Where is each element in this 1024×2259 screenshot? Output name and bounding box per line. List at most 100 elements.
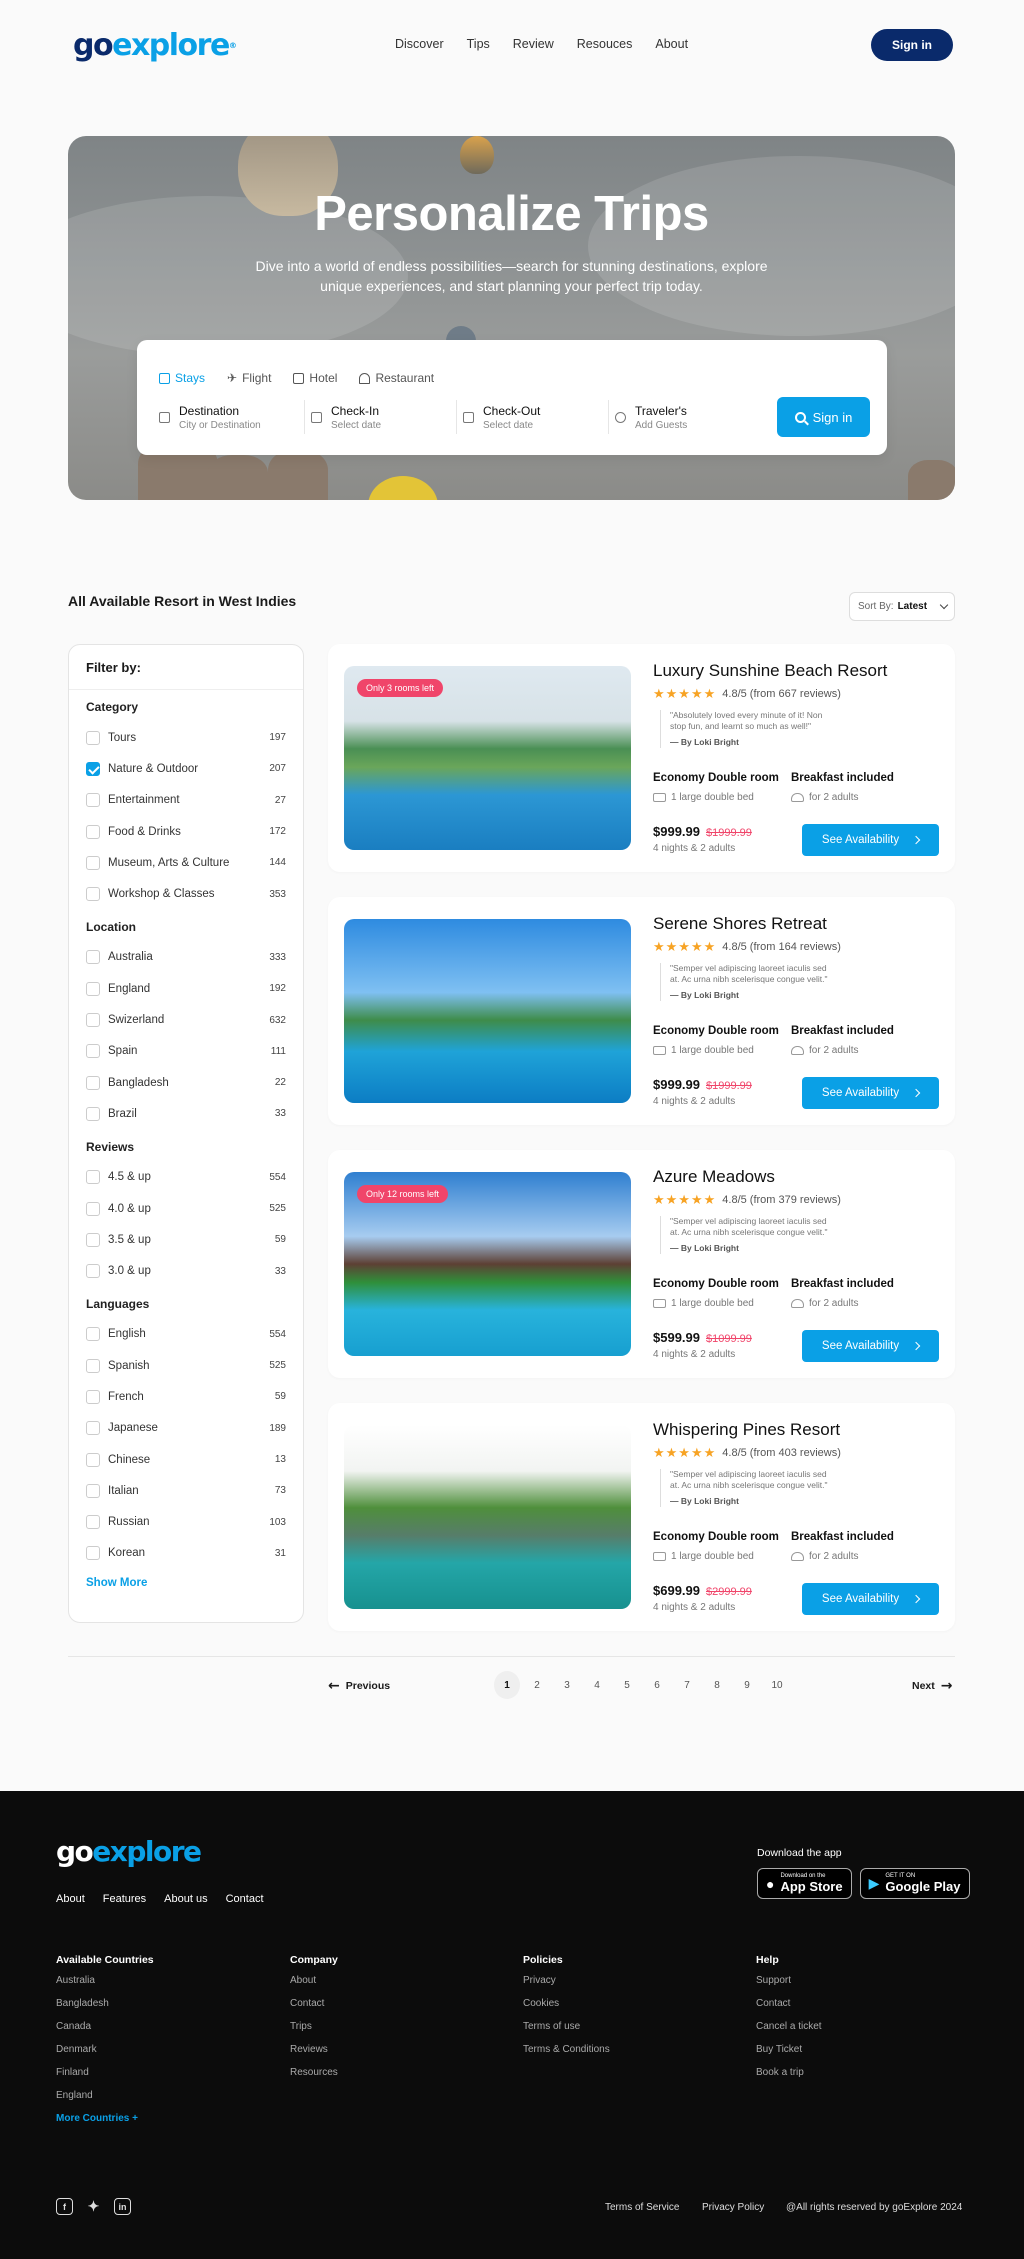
nav-tips[interactable]: Tips bbox=[467, 37, 490, 51]
filter-option[interactable]: Korean 31 bbox=[86, 1538, 286, 1569]
filter-option[interactable]: Brazil 33 bbox=[86, 1098, 286, 1129]
filter-option[interactable]: 4.0 & up 525 bbox=[86, 1193, 286, 1224]
facebook-icon[interactable]: f bbox=[56, 2198, 73, 2215]
checkbox[interactable] bbox=[86, 1170, 100, 1185]
app-store-button[interactable]: ● Download on the App Store bbox=[757, 1868, 852, 1899]
checkbox[interactable] bbox=[86, 1075, 100, 1090]
resort-card[interactable]: Serene Shores Retreat ★★★★★ 4.8/5 (from 16… bbox=[328, 897, 955, 1125]
footer-link-contact[interactable]: Contact bbox=[226, 1893, 264, 1905]
filter-option[interactable]: Nature & Outdoor 207 bbox=[86, 753, 286, 784]
checkbox[interactable] bbox=[86, 730, 100, 745]
checkbox[interactable] bbox=[86, 1483, 100, 1498]
footer-column-link[interactable]: Privacy bbox=[523, 1975, 610, 1998]
checkbox[interactable] bbox=[86, 793, 100, 808]
checkbox[interactable] bbox=[86, 1044, 100, 1059]
search-button[interactable]: Sign in bbox=[777, 397, 870, 437]
checkout-field[interactable]: Check-Out Select date bbox=[457, 400, 609, 434]
filter-option[interactable]: Tours 197 bbox=[86, 722, 286, 753]
filter-option[interactable]: Food & Drinks 172 bbox=[86, 816, 286, 847]
nav-resources[interactable]: Resouces bbox=[577, 37, 633, 51]
see-availability-button[interactable]: See Availability bbox=[802, 1077, 939, 1109]
checkbox[interactable] bbox=[86, 1264, 100, 1279]
footer-column-link[interactable]: Bangladesh bbox=[56, 1998, 154, 2021]
footer-column-link[interactable]: Book a trip bbox=[756, 2067, 822, 2090]
resort-name[interactable]: Azure Meadows bbox=[653, 1167, 775, 1187]
twitter-icon[interactable]: ✦ bbox=[85, 2198, 102, 2215]
page-5[interactable]: 5 bbox=[612, 1671, 642, 1699]
checkbox[interactable] bbox=[86, 981, 100, 996]
see-availability-button[interactable]: See Availability bbox=[802, 824, 939, 856]
page-1[interactable]: 1 bbox=[494, 1671, 520, 1699]
nav-review[interactable]: Review bbox=[513, 37, 554, 51]
filter-option[interactable]: Swizerland 632 bbox=[86, 1004, 286, 1035]
checkbox[interactable] bbox=[86, 855, 100, 870]
footer-link-about-us[interactable]: About us bbox=[164, 1893, 207, 1905]
footer-column-link[interactable]: Trips bbox=[290, 2021, 338, 2044]
footer-link-features[interactable]: Features bbox=[103, 1893, 146, 1905]
footer-column-link[interactable]: Australia bbox=[56, 1975, 154, 1998]
filter-option[interactable]: Japanese 189 bbox=[86, 1413, 286, 1444]
filter-option[interactable]: Australia 333 bbox=[86, 942, 286, 973]
tab-stays[interactable]: Stays bbox=[153, 368, 211, 388]
footer-column-link[interactable]: Canada bbox=[56, 2021, 154, 2044]
linkedin-icon[interactable]: in bbox=[114, 2198, 131, 2215]
page-8[interactable]: 8 bbox=[702, 1671, 732, 1699]
resort-photo[interactable] bbox=[344, 1425, 631, 1609]
footer-column-link[interactable]: Terms & Conditions bbox=[523, 2044, 610, 2067]
filter-option[interactable]: 4.5 & up 554 bbox=[86, 1162, 286, 1193]
page-10[interactable]: 10 bbox=[762, 1671, 792, 1699]
filter-option[interactable]: Museum, Arts & Culture 144 bbox=[86, 847, 286, 878]
footer-link-about[interactable]: About bbox=[56, 1893, 85, 1905]
footer-column-link[interactable]: Resources bbox=[290, 2067, 338, 2090]
filter-option[interactable]: French 59 bbox=[86, 1381, 286, 1412]
resort-card[interactable]: Only 12 rooms left Azure Meadows ★★★★★ 4.8/… bbox=[328, 1150, 955, 1378]
page-2[interactable]: 2 bbox=[522, 1671, 552, 1699]
checkbox[interactable] bbox=[86, 1452, 100, 1467]
footer-column-link[interactable]: Terms of use bbox=[523, 2021, 610, 2044]
signin-button[interactable]: Sign in bbox=[871, 29, 953, 61]
footer-column-link[interactable]: Contact bbox=[290, 1998, 338, 2021]
google-play-button[interactable]: ▶ GET IT ON Google Play bbox=[859, 1868, 970, 1899]
resort-photo[interactable]: Only 12 rooms left bbox=[344, 1172, 631, 1356]
filter-option[interactable]: England 192 bbox=[86, 973, 286, 1004]
footer-column-link[interactable]: Cancel a ticket bbox=[756, 2021, 822, 2044]
filter-option[interactable]: Italian 73 bbox=[86, 1475, 286, 1506]
filter-option[interactable]: Entertainment 27 bbox=[86, 785, 286, 816]
filter-option[interactable]: Bangladesh 22 bbox=[86, 1067, 286, 1098]
more-countries-link[interactable]: More Countries + bbox=[56, 2113, 154, 2136]
footer-column-link[interactable]: Denmark bbox=[56, 2044, 154, 2067]
resort-card[interactable]: Only 3 rooms left Luxury Sunshine Beach R… bbox=[328, 644, 955, 872]
show-more-link[interactable]: Show More bbox=[69, 1577, 303, 1589]
tab-flight[interactable]: ✈ Flight bbox=[221, 368, 277, 388]
footer-column-link[interactable]: Cookies bbox=[523, 1998, 610, 2021]
filter-option[interactable]: Spanish 525 bbox=[86, 1350, 286, 1381]
checkbox[interactable] bbox=[86, 1013, 100, 1028]
tab-restaurant[interactable]: Restaurant bbox=[353, 368, 440, 388]
resort-name[interactable]: Luxury Sunshine Beach Resort bbox=[653, 661, 887, 681]
previous-button[interactable]: ← Previous bbox=[328, 1678, 390, 1694]
checkin-field[interactable]: Check-In Select date bbox=[305, 400, 457, 434]
checkbox[interactable] bbox=[86, 1106, 100, 1121]
sort-dropdown[interactable]: Sort By: Latest bbox=[849, 592, 955, 621]
privacy-link[interactable]: Privacy Policy bbox=[702, 2202, 764, 2213]
checkbox[interactable] bbox=[86, 887, 100, 902]
filter-option[interactable]: 3.5 & up 59 bbox=[86, 1224, 286, 1255]
destination-field[interactable]: Destination City or Destination bbox=[153, 400, 305, 434]
resort-card[interactable]: Whispering Pines Resort ★★★★★ 4.8/5 (from … bbox=[328, 1403, 955, 1631]
resort-name[interactable]: Serene Shores Retreat bbox=[653, 914, 827, 934]
see-availability-button[interactable]: See Availability bbox=[802, 1330, 939, 1362]
next-button[interactable]: Next → bbox=[912, 1678, 953, 1694]
terms-link[interactable]: Terms of Service bbox=[605, 2202, 679, 2213]
checkbox[interactable] bbox=[86, 1421, 100, 1436]
footer-column-link[interactable]: About bbox=[290, 1975, 338, 1998]
checkbox[interactable] bbox=[86, 1389, 100, 1404]
checkbox[interactable] bbox=[86, 1232, 100, 1247]
page-3[interactable]: 3 bbox=[552, 1671, 582, 1699]
checkbox[interactable] bbox=[86, 761, 100, 776]
footer-column-link[interactable]: Reviews bbox=[290, 2044, 338, 2067]
page-6[interactable]: 6 bbox=[642, 1671, 672, 1699]
page-9[interactable]: 9 bbox=[732, 1671, 762, 1699]
nav-about[interactable]: About bbox=[655, 37, 688, 51]
logo[interactable]: goexplore® bbox=[73, 26, 237, 66]
filter-option[interactable]: Russian 103 bbox=[86, 1507, 286, 1538]
